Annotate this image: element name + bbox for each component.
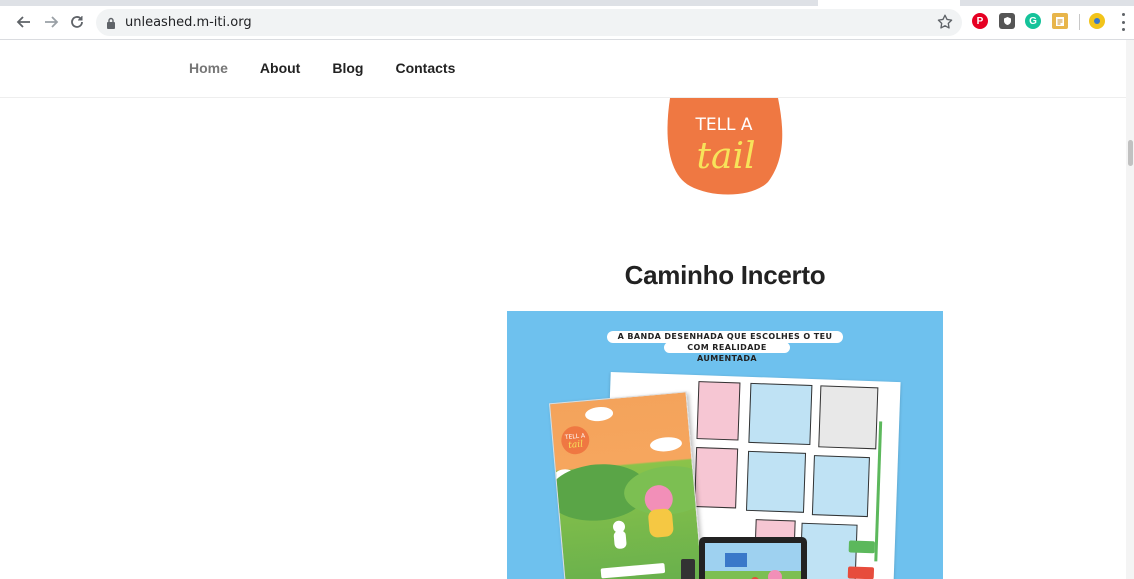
- nav-home[interactable]: Home: [189, 60, 228, 76]
- shield-extension-icon[interactable]: [999, 13, 1015, 29]
- back-arrow-icon[interactable]: [14, 12, 34, 32]
- tablet-illustration: [699, 537, 807, 579]
- comic-book-cover-illustration: TELL A tail: [548, 391, 704, 579]
- star-icon[interactable]: [936, 13, 954, 36]
- scrollbar-thumb[interactable]: [1128, 140, 1133, 166]
- grammarly-extension-icon[interactable]: G: [1025, 13, 1041, 29]
- kebab-menu-icon[interactable]: [1117, 13, 1129, 31]
- phone-illustration: [681, 559, 695, 579]
- notes-extension-icon[interactable]: [1052, 13, 1068, 29]
- toolbar-separator: [1079, 14, 1080, 30]
- tab-strip: [0, 0, 1134, 6]
- tell-a-tail-logo[interactable]: TELL A tail: [666, 98, 784, 196]
- nav-about[interactable]: About: [260, 60, 300, 76]
- address-bar[interactable]: unleashed.m-iti.org: [96, 9, 962, 36]
- nav-contacts[interactable]: Contacts: [395, 60, 455, 76]
- nav-blog[interactable]: Blog: [332, 60, 363, 76]
- profile-extension-icon[interactable]: [1089, 13, 1105, 29]
- browser-toolbar: unleashed.m-iti.org P G: [0, 0, 1134, 40]
- logo-line1: TELL A: [694, 115, 752, 135]
- pinterest-extension-icon[interactable]: P: [972, 13, 988, 29]
- active-tab[interactable]: [818, 0, 960, 6]
- page-title: Caminho Incerto: [624, 260, 826, 290]
- reload-icon[interactable]: [67, 12, 87, 32]
- banner-line-2: COM REALIDADE AUMENTADA: [664, 342, 790, 363]
- forward-arrow-icon[interactable]: [41, 12, 61, 32]
- url-text[interactable]: unleashed.m-iti.org: [125, 15, 252, 30]
- site-navigation: Home About Blog Contacts: [0, 40, 1126, 98]
- logo-line2: tail: [697, 136, 756, 177]
- page-scrollbar[interactable]: [1126, 40, 1134, 579]
- main-menu: Home About Blog Contacts: [189, 60, 487, 76]
- svg-text:tail: tail: [568, 440, 584, 451]
- featured-image: A BANDA DESENHADA QUE ESCOLHES O TEU CAM…: [507, 311, 943, 579]
- lock-icon: [106, 16, 116, 34]
